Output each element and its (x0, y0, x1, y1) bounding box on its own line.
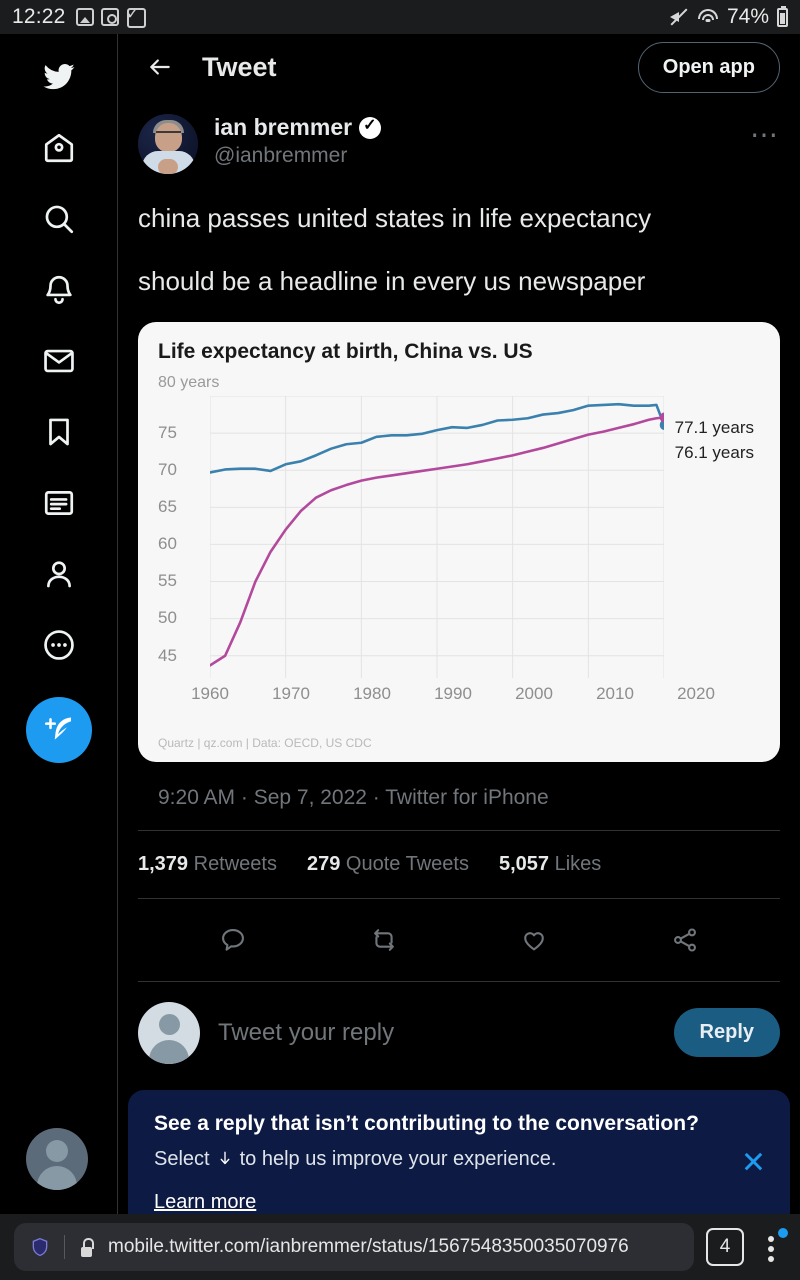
chart-annotation: 77.1 years (674, 417, 754, 437)
tweet-media-chart[interactable]: Life expectancy at birth, China vs. US 8… (138, 321, 780, 762)
url-text: mobile.twitter.com/ianbremmer/status/156… (108, 1236, 629, 1257)
reply-icon[interactable] (210, 917, 256, 963)
current-user-avatar[interactable] (138, 1001, 200, 1064)
page-title: Tweet (202, 51, 277, 82)
downvote-icon (220, 1151, 230, 1165)
chart-x-tick-label: 2000 (515, 683, 553, 703)
chart-source: Quartz | qz.com | Data: OECD, US CDC (158, 735, 372, 750)
main-column: Tweet Open app ian bremmer @ianbremmer ⋯… (118, 34, 800, 1214)
retweet-icon[interactable] (361, 917, 407, 963)
sidebar-item-lists[interactable] (30, 474, 88, 532)
sidebar-item-notifications[interactable] (30, 261, 88, 319)
url-bar[interactable]: mobile.twitter.com/ianbremmer/status/156… (14, 1223, 694, 1271)
chart-x-tick-label: 2010 (596, 683, 634, 703)
status-time: 12:22 (12, 5, 66, 28)
chart-annotation: 76.1 years (674, 442, 754, 462)
stat-label: Quote Tweets (340, 852, 469, 875)
open-app-button[interactable]: Open app (637, 41, 780, 93)
camera-icon (100, 8, 119, 26)
back-button[interactable] (138, 45, 182, 89)
tweet-line-2: should be a headline in every us newspap… (138, 265, 646, 296)
display-name-text: ian bremmer (214, 114, 353, 140)
tweet-more-icon[interactable]: ⋯ (750, 114, 780, 151)
reply-submit-button[interactable]: Reply (673, 1008, 780, 1058)
chart-y-tick-label: 75 (158, 422, 177, 442)
banner-subtitle: Select to help us improve your experienc… (154, 1148, 764, 1171)
battery-percent: 74% (726, 5, 769, 28)
chart-x-tick-label: 1990 (434, 683, 472, 703)
checkbox-icon (126, 4, 146, 28)
author-names: ian bremmer @ianbremmer (214, 114, 382, 168)
status-right-cluster: 74% (669, 5, 788, 29)
chart-plot-area: 75 70 65 60 55 50 45 1960 1970 1980 1990 2000 2010 2… (158, 396, 760, 706)
tab-counter-button[interactable]: 4 (706, 1228, 744, 1266)
sidebar (0, 34, 118, 1214)
twitter-logo-icon[interactable] (30, 48, 88, 106)
chart-x-tick-label: 1960 (191, 683, 229, 703)
tweet-author-row: ian bremmer @ianbremmer ⋯ (138, 100, 780, 174)
chart-x-tick-label: 2020 (677, 683, 715, 703)
banner-subtitle-after: to help us improve your experience. (239, 1147, 557, 1170)
battery-icon (777, 5, 788, 27)
tweet-line-1: china passes united states in life expec… (138, 203, 652, 233)
mute-icon (669, 7, 689, 27)
sidebar-item-bookmarks[interactable] (30, 403, 88, 461)
chart-x-tick-label: 1980 (353, 683, 391, 703)
chart-lines (210, 396, 669, 678)
banner-subtitle-before: Select (154, 1147, 210, 1170)
like-icon[interactable] (511, 917, 557, 963)
banner-learn-more-link[interactable]: Learn more (154, 1191, 256, 1214)
stat-count: 279 (307, 852, 341, 875)
stat-count: 1,379 (138, 852, 189, 875)
sidebar-item-more[interactable] (30, 616, 88, 674)
stat-item[interactable]: 1,379 Retweets (138, 853, 277, 876)
sidebar-item-home[interactable] (30, 119, 88, 177)
chart-title: Life expectancy at birth, China vs. US (158, 339, 533, 363)
chart-y-tick-label: 65 (158, 497, 177, 517)
wifi-icon (697, 8, 719, 26)
chart-y-tick-label: 60 (158, 534, 177, 554)
menu-badge (778, 1228, 788, 1238)
tweet-stats: 1,379 Retweets 279 Quote Tweets 5,057 Like… (118, 831, 800, 898)
banner-title: See a reply that isn’t contributing to t… (154, 1111, 699, 1135)
shield-icon[interactable] (30, 1235, 50, 1259)
display-name[interactable]: ian bremmer (214, 114, 382, 141)
chart-y-tick-label: 55 (158, 571, 177, 591)
verified-badge-icon (359, 115, 382, 139)
stat-item[interactable]: 279 Quote Tweets (307, 853, 469, 876)
stat-label: Retweets (188, 852, 277, 875)
author-handle: @ianbremmer (214, 144, 348, 167)
browser-bar: mobile.twitter.com/ianbremmer/status/156… (0, 1214, 800, 1280)
lock-icon (79, 1237, 94, 1257)
tweet-actions (118, 899, 800, 981)
avatar[interactable] (138, 114, 198, 174)
sidebar-item-search[interactable] (30, 190, 88, 248)
url-divider (64, 1235, 65, 1259)
tweet-text: china passes united states in life expec… (138, 200, 780, 300)
sidebar-account-avatar[interactable] (26, 1128, 88, 1190)
tweet-timestamp: 9:20 AM · Sep 7, 2022 · Twitter for iPho… (158, 785, 549, 809)
status-bar: 12:22 74% (0, 0, 800, 34)
sidebar-item-profile[interactable] (30, 545, 88, 603)
tweet-container: ian bremmer @ianbremmer ⋯ china passes u… (118, 100, 800, 830)
chart-y-tick-label: 45 (158, 645, 177, 665)
chart-x-tick-label: 1970 (272, 683, 310, 703)
browser-menu-icon[interactable] (756, 1228, 788, 1266)
close-icon[interactable]: ✕ (741, 1145, 766, 1180)
share-icon[interactable] (662, 917, 708, 963)
stat-count: 5,057 (498, 852, 550, 875)
chart-y-top-label: 80 years (158, 373, 220, 391)
reply-input[interactable]: Tweet your reply (218, 1019, 656, 1047)
image-icon (75, 8, 94, 26)
chart-y-tick-label: 70 (158, 460, 177, 480)
stat-item[interactable]: 5,057 Likes (499, 853, 601, 876)
sidebar-item-messages[interactable] (30, 332, 88, 390)
reply-composer: Tweet your reply Reply (118, 982, 800, 1084)
compose-tweet-button[interactable] (25, 697, 92, 763)
stat-label: Likes (549, 852, 602, 875)
chart-y-tick-label: 50 (158, 608, 177, 628)
downvote-banner: See a reply that isn’t contributing to t… (128, 1089, 790, 1214)
page-header: Tweet Open app (118, 34, 800, 100)
